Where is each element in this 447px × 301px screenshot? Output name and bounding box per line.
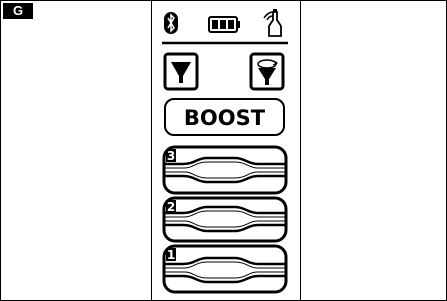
fan-level-3-button[interactable]: 3 [161,145,289,195]
bluetooth-icon [164,12,178,34]
wireless-sensor-icon [263,9,282,37]
fan-level-1-button[interactable]: 1 [161,244,289,294]
funnel-down-button[interactable] [163,52,199,91]
fan-level-3-number: 3 [167,149,175,163]
battery-icon [208,16,240,33]
status-bar [164,9,282,37]
fan-level-2-button[interactable]: 2 [161,196,289,243]
boost-label: BOOST [184,106,266,130]
boost-button[interactable]: BOOST [164,98,285,136]
figure-label: G [3,3,33,19]
column-divider-left [151,0,152,301]
fan-level-1-number: 1 [167,248,175,262]
remote-control: BOOST 3 2 1 [158,6,292,296]
column-divider-right [300,0,301,301]
funnel-rotate-button[interactable] [249,52,285,91]
